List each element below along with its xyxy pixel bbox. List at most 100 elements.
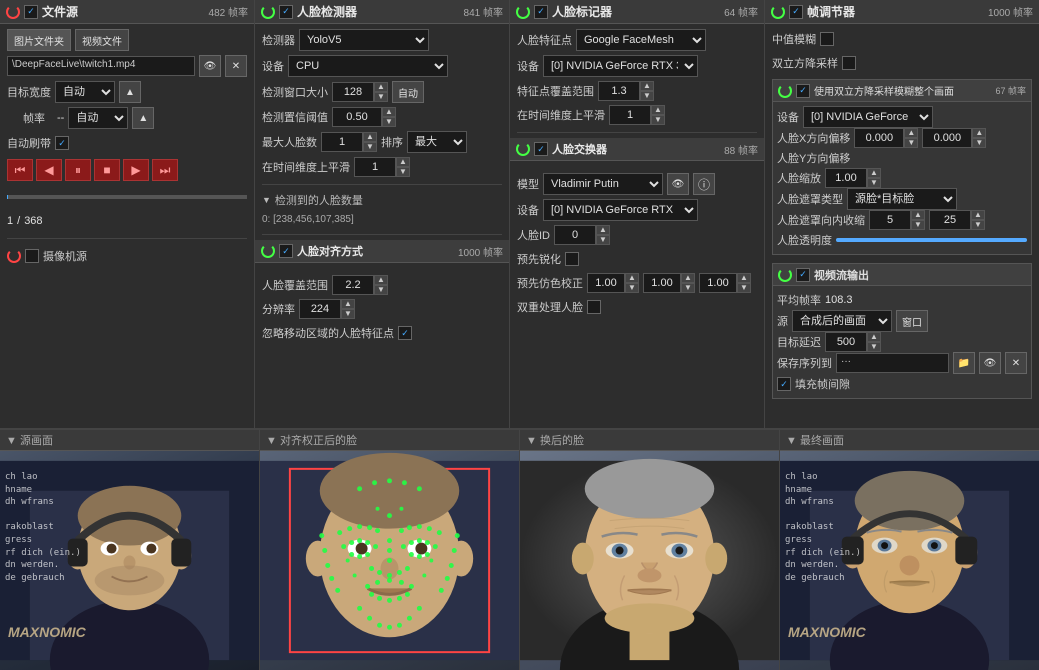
model-info-btn[interactable]: ⓘ	[693, 173, 715, 195]
blur-enable-checkbox[interactable]	[796, 84, 810, 98]
range-down[interactable]: ▼	[640, 91, 654, 101]
double-process-checkbox[interactable]	[587, 300, 601, 314]
threshold-down[interactable]: ▼	[382, 117, 396, 127]
sort-select[interactable]: 最大	[407, 131, 467, 153]
pre-color-x-up[interactable]: ▲	[625, 273, 639, 283]
btn-rewind[interactable]: ⏮	[7, 159, 33, 181]
window-auto-btn[interactable]: 自动	[392, 81, 424, 103]
window-size-input[interactable]	[332, 82, 374, 102]
align-enable-checkbox[interactable]	[279, 244, 293, 258]
landmark-select[interactable]: Google FaceMesh	[576, 29, 706, 51]
btn-stop[interactable]: ■	[94, 159, 120, 181]
coverage-up[interactable]: ▲	[374, 275, 388, 285]
delay-up[interactable]: ▲	[867, 332, 881, 342]
max-faces-input[interactable]	[321, 132, 363, 152]
resolution-up[interactable]: ▲	[341, 299, 355, 309]
face-id-up[interactable]: ▲	[596, 225, 610, 235]
tab-video-file[interactable]: 视频文件	[75, 29, 129, 51]
inside-input[interactable]	[869, 210, 911, 230]
marker-smooth-up[interactable]: ▲	[651, 105, 665, 115]
threshold-input[interactable]	[332, 107, 382, 127]
range-input[interactable]	[598, 81, 640, 101]
btn-prev-frame[interactable]: ◀	[36, 159, 62, 181]
resolution-down[interactable]: ▼	[341, 309, 355, 319]
swapper-power-icon[interactable]	[516, 142, 530, 156]
smooth-down[interactable]: ▼	[396, 167, 410, 177]
stream-power-icon[interactable]	[778, 268, 792, 282]
close-button[interactable]: ✕	[225, 55, 247, 77]
face-x-up[interactable]: ▲	[904, 128, 918, 138]
face-scale-down[interactable]: ▼	[867, 178, 881, 188]
marker-enable-checkbox[interactable]	[534, 5, 548, 19]
stream-source-select[interactable]: 合成后的画面	[792, 310, 892, 332]
save-path-input[interactable]: ···	[836, 353, 949, 373]
pre-color-x-input[interactable]	[587, 273, 625, 293]
blur-power-icon[interactable]	[778, 84, 792, 98]
face-scale-input[interactable]	[825, 168, 867, 188]
camera-enable-checkbox[interactable]	[25, 249, 39, 263]
ignore-checkbox[interactable]	[398, 326, 412, 340]
fps-up[interactable]: ▲	[132, 107, 154, 129]
progress-bar[interactable]	[7, 195, 247, 199]
pre-color-z-down[interactable]: ▼	[737, 283, 751, 293]
face-y-input[interactable]	[922, 128, 972, 148]
face-id-input[interactable]	[554, 225, 596, 245]
fill-checkbox[interactable]	[777, 377, 791, 391]
detector-enable-checkbox[interactable]	[279, 5, 293, 19]
face-x-input[interactable]	[854, 128, 904, 148]
model-select[interactable]: Vladimir Putin	[543, 173, 663, 195]
delay-down[interactable]: ▼	[867, 342, 881, 352]
face-y-up[interactable]: ▲	[972, 128, 986, 138]
coverage-down[interactable]: ▼	[374, 285, 388, 295]
pre-sharpen-checkbox[interactable]	[565, 252, 579, 266]
median-checkbox[interactable]	[820, 32, 834, 46]
marker-device-select[interactable]: [0] NVIDIA GeForce RTX 3	[543, 55, 698, 77]
feather-down[interactable]: ▼	[971, 220, 985, 230]
inside-down[interactable]: ▼	[911, 220, 925, 230]
face-y-down[interactable]: ▼	[972, 138, 986, 148]
frame-enable-checkbox[interactable]	[789, 5, 803, 19]
pre-color-y-input[interactable]	[643, 273, 681, 293]
stream-enable-checkbox[interactable]	[796, 268, 810, 282]
swapper-device-select[interactable]: [0] NVIDIA GeForce RTX	[543, 199, 698, 221]
detected-count-section[interactable]: ▼ 检测到的人脸数量	[262, 192, 502, 208]
blur-device-select[interactable]: [0] NVIDIA GeForce	[803, 106, 933, 128]
smooth-up[interactable]: ▲	[396, 157, 410, 167]
btn-fast-forward[interactable]: ⏭	[152, 159, 178, 181]
opacity-slider[interactable]	[836, 238, 1027, 242]
resolution-input[interactable]	[299, 299, 341, 319]
model-eye-btn[interactable]: 👁	[667, 173, 689, 195]
align-power-icon[interactable]	[261, 244, 275, 258]
max-faces-down[interactable]: ▼	[363, 142, 377, 152]
face-type-select[interactable]: 源脸*目标脸	[847, 188, 957, 210]
target-width-up[interactable]: ▲	[119, 81, 141, 103]
save-eye-btn[interactable]: 👁	[979, 352, 1001, 374]
max-faces-up[interactable]: ▲	[363, 132, 377, 142]
pre-color-y-up[interactable]: ▲	[681, 273, 695, 283]
marker-power-icon[interactable]	[516, 5, 530, 19]
btn-next-frame[interactable]: ▶	[123, 159, 149, 181]
pre-color-z-up[interactable]: ▲	[737, 273, 751, 283]
file-power-icon[interactable]	[6, 5, 20, 19]
tab-image-folder[interactable]: 图片文件夹	[7, 29, 71, 51]
feather-up[interactable]: ▲	[971, 210, 985, 220]
feather-input[interactable]	[929, 210, 971, 230]
swapper-enable-checkbox[interactable]	[534, 142, 548, 156]
eye-button[interactable]: 👁	[199, 55, 221, 77]
detector-select[interactable]: YoloV5	[299, 29, 429, 51]
bilateral-checkbox[interactable]	[842, 56, 856, 70]
pre-color-z-input[interactable]	[699, 273, 737, 293]
save-folder-btn[interactable]: 📁	[953, 352, 975, 374]
window-size-down[interactable]: ▼	[374, 92, 388, 102]
pre-color-x-down[interactable]: ▼	[625, 283, 639, 293]
window-size-up[interactable]: ▲	[374, 82, 388, 92]
camera-power-icon[interactable]	[7, 249, 21, 263]
fps-select[interactable]: 自动	[68, 107, 128, 129]
coverage-input[interactable]	[332, 275, 374, 295]
btn-play-pause[interactable]: ⏸	[65, 159, 91, 181]
detector-device-select[interactable]: CPU	[288, 55, 448, 77]
detector-power-icon[interactable]	[261, 5, 275, 19]
auto-belt-checkbox[interactable]	[55, 136, 69, 150]
delay-input[interactable]	[825, 332, 867, 352]
inside-up[interactable]: ▲	[911, 210, 925, 220]
